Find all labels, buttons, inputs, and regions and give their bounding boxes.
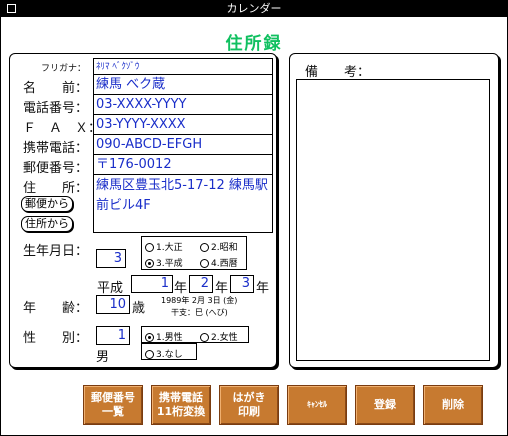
western-date: 1989年 2月 3日 (金) xyxy=(161,296,238,305)
era-code-field[interactable]: 3 xyxy=(96,249,126,268)
day-field[interactable]: 3 xyxy=(230,275,254,293)
label-phone: 電話番号： xyxy=(23,101,89,116)
era-option-seireki[interactable]: 4.西暦 xyxy=(200,256,238,269)
label-address: 住 所： xyxy=(23,181,89,196)
gender-option-male[interactable]: 1.男性 xyxy=(145,330,183,343)
month-unit: 年 xyxy=(215,281,229,296)
label-mobile: 携帯電話： xyxy=(23,141,89,156)
furigana-field[interactable]: ﾈﾘﾏ ﾍﾞｸｿﾞｳ xyxy=(94,59,272,75)
day-unit: 年 xyxy=(256,281,270,296)
month-field[interactable]: 2 xyxy=(189,275,213,293)
register-button[interactable]: 登録 xyxy=(355,385,415,425)
address-field[interactable]: 練馬区豊玉北5-17-12 練馬駅前ビル4F xyxy=(94,175,272,231)
age-field[interactable]: 10 xyxy=(96,295,130,314)
radio-icon xyxy=(145,350,154,359)
label-gender: 性 別： xyxy=(23,331,89,346)
age-unit: 歳 xyxy=(132,301,146,316)
name-field[interactable]: 練馬 べク蔵 xyxy=(94,75,272,95)
app-window: カレンダー 住所録 フリガナ： 名 前： 電話番号： Ｆ Ａ Ｘ： 携帯電話： … xyxy=(0,0,508,436)
year-unit: 年 xyxy=(174,281,188,296)
radio-selected-icon xyxy=(145,259,154,268)
era-option-taisho[interactable]: 1.大正 xyxy=(145,240,183,253)
fax-field[interactable]: 03-YYYY-XXXX xyxy=(94,115,272,135)
label-fax: Ｆ Ａ Ｘ： xyxy=(23,121,102,136)
era-option-heisei[interactable]: 3.平成 xyxy=(145,256,183,269)
from-postal-button[interactable]: 郵便から xyxy=(21,196,73,212)
year-field[interactable]: 1 xyxy=(131,275,173,293)
mobile-field[interactable]: 090-ABCD-EFGH xyxy=(94,135,272,155)
radio-icon xyxy=(200,243,209,252)
radio-selected-icon xyxy=(145,333,154,342)
from-address-button[interactable]: 住所から xyxy=(21,216,73,232)
postal-field[interactable]: 〒176-0012 xyxy=(94,155,272,175)
notes-textarea[interactable] xyxy=(296,79,490,361)
cancel-button[interactable]: ｷｬﾝｾﾙ xyxy=(287,385,347,425)
label-age: 年 齢： xyxy=(23,301,89,316)
gender-code-field[interactable]: 1 xyxy=(96,326,130,345)
radio-icon xyxy=(200,333,209,342)
delete-button[interactable]: 削除 xyxy=(423,385,483,425)
contact-fields: ﾈﾘﾏ ﾍﾞｸｿﾞｳ 練馬 べク蔵 03-XXXX-YYYY 03-YYYY-X… xyxy=(93,58,273,233)
era-name: 平成 xyxy=(97,281,124,296)
window-title: カレンダー xyxy=(226,2,282,15)
mobile-convert-button[interactable]: 携帯電話 11桁変換 xyxy=(151,385,211,425)
gender-radio-group-2: 3.なし xyxy=(141,343,197,360)
label-postal: 郵便番号： xyxy=(23,161,89,176)
radio-icon xyxy=(145,243,154,252)
close-box-icon[interactable] xyxy=(7,4,16,13)
phone-field[interactable]: 03-XXXX-YYYY xyxy=(94,95,272,115)
page-title: 住所録 xyxy=(225,34,283,54)
label-notes: 備 考： xyxy=(305,65,371,80)
gender-option-none[interactable]: 3.なし xyxy=(145,347,183,360)
title-bar: カレンダー xyxy=(1,1,507,17)
label-name: 名 前： xyxy=(23,81,89,96)
label-furigana: フリガナ： xyxy=(41,64,87,74)
gender-option-female[interactable]: 2.女性 xyxy=(200,330,238,343)
postcard-print-button[interactable]: はがき 印刷 xyxy=(219,385,279,425)
era-radio-group: 1.大正 2.昭和 3.平成 4.西暦 xyxy=(141,236,247,270)
era-option-showa[interactable]: 2.昭和 xyxy=(200,240,238,253)
label-birthdate: 生年月日： xyxy=(23,244,89,259)
postal-list-button[interactable]: 郵便番号 一覧 xyxy=(83,385,143,425)
zodiac-text: 干支：巳 (へび) xyxy=(171,308,228,317)
gender-radio-group: 1.男性 2.女性 xyxy=(141,326,249,343)
radio-icon xyxy=(200,259,209,268)
gender-label: 男 xyxy=(96,350,110,365)
